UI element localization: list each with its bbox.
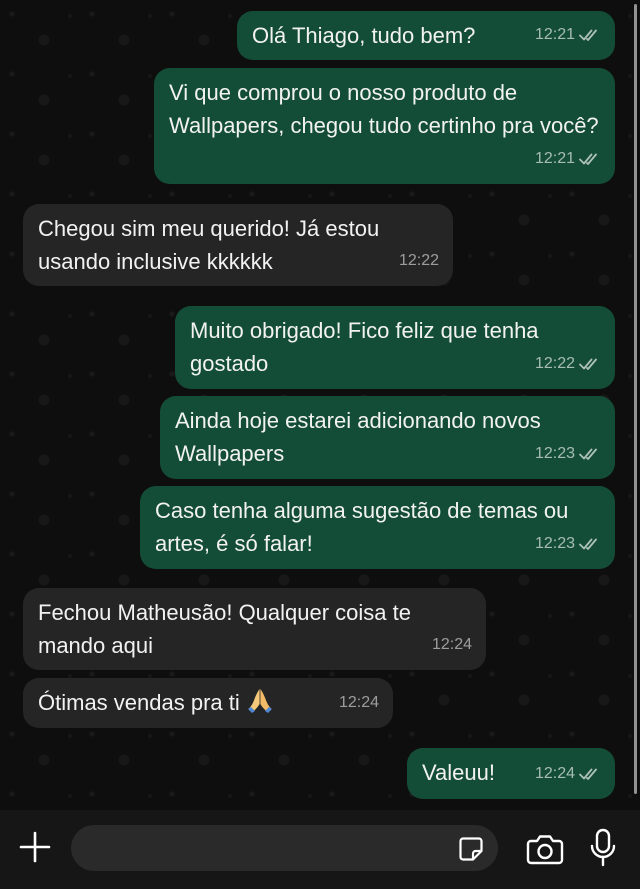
message-text: Chegou sim meu querido! Já estou usando … (38, 216, 380, 274)
message-text: Fechou Matheusão! Qualquer coisa te mand… (38, 600, 412, 658)
message-meta: 12:24 (432, 628, 472, 661)
message-input-field[interactable] (71, 825, 498, 873)
scrollbar[interactable] (634, 4, 637, 794)
message-bubble-outgoing[interactable]: Valeuu! 12:24 (407, 748, 615, 799)
message-text: Ótimas vendas pra ti (38, 690, 240, 715)
read-double-check-icon (579, 29, 597, 41)
chat-area: Olá Thiago, tudo bem? 12:21 Vi que compr… (0, 0, 640, 810)
microphone-icon[interactable] (588, 828, 618, 868)
message-bubble-outgoing[interactable]: Olá Thiago, tudo bem? 12:21 (237, 11, 615, 60)
message-bubble-outgoing[interactable]: Muito obrigado! Fico feliz que tenha gos… (175, 306, 615, 389)
message-bubble-outgoing[interactable]: Caso tenha alguma sugestão de temas ou a… (140, 486, 615, 569)
message-time: 12:21 (534, 26, 575, 43)
message-meta: 12:24 (535, 757, 601, 790)
read-double-check-icon (579, 768, 597, 780)
message-time: 12:23 (534, 535, 575, 552)
message-bubble-outgoing[interactable]: Ainda hoje estarei adicionando novos Wal… (160, 396, 615, 479)
message-meta: 12:21 (535, 142, 601, 175)
message-time: 12:24 (338, 694, 379, 711)
message-time: 12:23 (534, 445, 575, 462)
composer-bar (0, 810, 640, 889)
message-bubble-outgoing[interactable]: Vi que comprou o nosso produto de Wallpa… (154, 68, 615, 184)
folded-hands-emoji (247, 689, 272, 713)
message-meta: 12:21 (535, 18, 601, 51)
message-bubble-incoming[interactable]: Ótimas vendas pra ti 12:24 (23, 678, 393, 728)
message-text-row: Ótimas vendas pra ti (38, 686, 379, 719)
message-meta: 12:24 (339, 686, 379, 719)
message-meta: 12:23 (535, 437, 601, 470)
plus-icon[interactable] (18, 830, 52, 864)
message-bubble-incoming[interactable]: Fechou Matheusão! Qualquer coisa te mand… (23, 588, 486, 670)
message-time: 12:22 (398, 252, 439, 269)
message-time: 12:24 (431, 636, 472, 653)
message-text: Vi que comprou o nosso produto de Wallpa… (169, 80, 599, 138)
message-time: 12:24 (534, 765, 575, 782)
read-double-check-icon (579, 358, 597, 370)
message-meta: 12:22 (399, 244, 439, 277)
message-meta: 12:23 (535, 527, 601, 560)
message-time: 12:21 (534, 150, 575, 167)
message-input[interactable] (89, 825, 446, 873)
sticker-icon[interactable] (458, 836, 484, 862)
read-double-check-icon (579, 448, 597, 460)
message-meta: 12:22 (535, 347, 601, 380)
read-double-check-icon (579, 153, 597, 165)
camera-icon[interactable] (526, 832, 564, 866)
read-double-check-icon (579, 538, 597, 550)
message-bubble-incoming[interactable]: Chegou sim meu querido! Já estou usando … (23, 204, 453, 286)
message-time: 12:22 (534, 355, 575, 372)
